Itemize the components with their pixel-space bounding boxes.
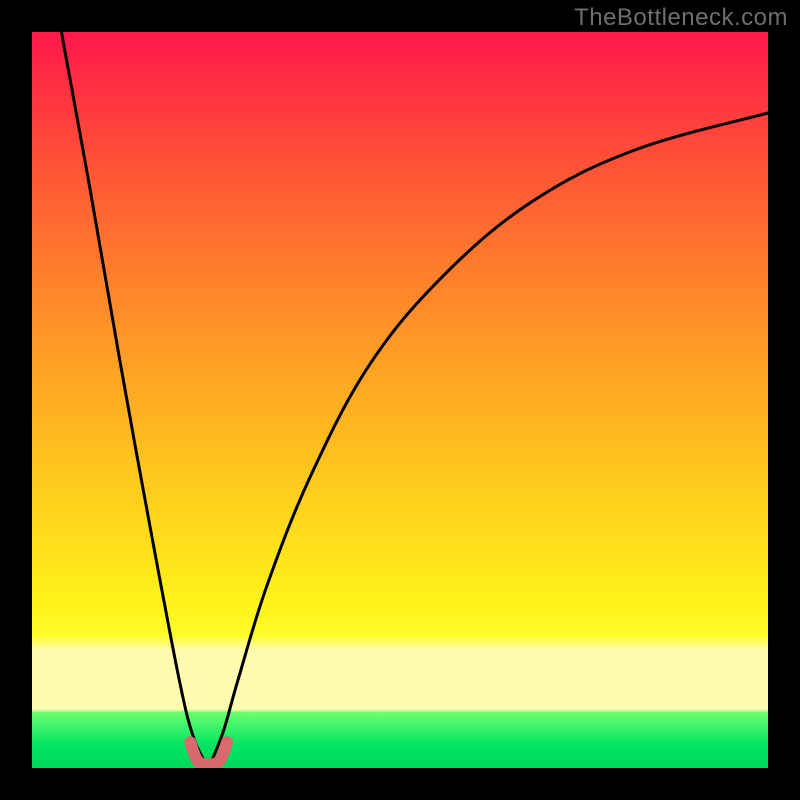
curve-layer — [32, 32, 768, 768]
bottleneck-curve-right — [209, 113, 768, 768]
chart-frame: TheBottleneck.com — [0, 0, 800, 800]
optimal-notch-marker — [190, 742, 227, 764]
watermark-text: TheBottleneck.com — [574, 4, 788, 32]
bottleneck-curve-left — [61, 32, 208, 768]
plot-area — [32, 32, 768, 768]
